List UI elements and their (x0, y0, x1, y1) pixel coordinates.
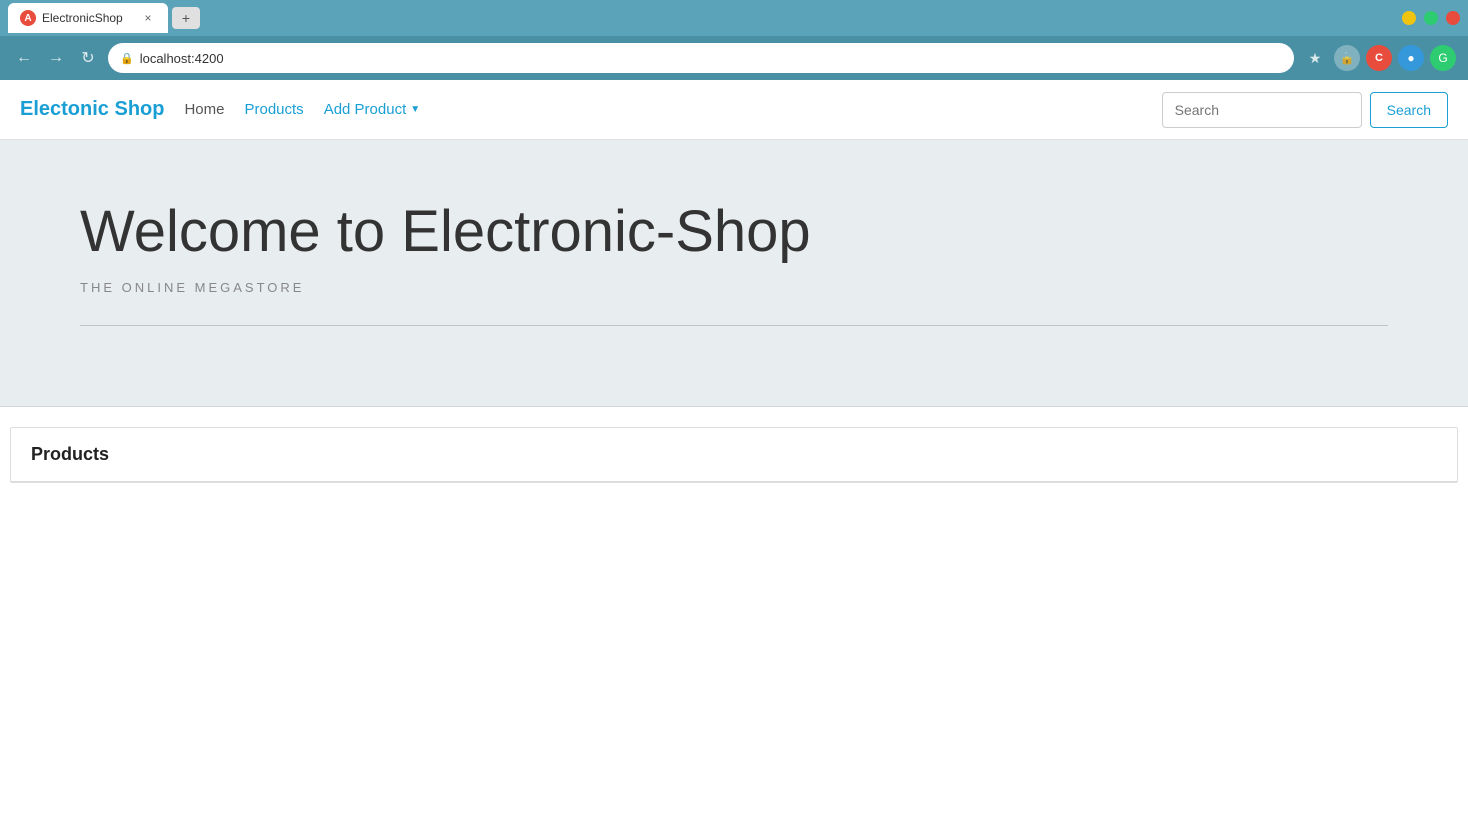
address-bar-url[interactable]: 🔒 localhost:4200 (108, 43, 1294, 73)
search-input[interactable] (1162, 92, 1362, 128)
window-close-button[interactable] (1446, 11, 1460, 25)
nav-products[interactable]: Products (244, 101, 303, 118)
extension-icon-3[interactable]: ● (1398, 45, 1424, 71)
tab-favicon: A (20, 10, 36, 26)
new-tab-button[interactable]: + (172, 7, 200, 29)
navbar-links: Home Products Add Product ▼ (184, 101, 1161, 118)
nav-add-product-label: Add Product (324, 101, 407, 118)
browser-tab-active[interactable]: A ElectronicShop × (8, 3, 168, 33)
browser-tab-bar: A ElectronicShop × + (0, 0, 1468, 36)
products-section: Products (10, 427, 1458, 483)
url-text: localhost:4200 (140, 51, 224, 66)
nav-refresh-button[interactable]: ↻ (76, 46, 100, 70)
bookmark-icon[interactable]: ★ (1302, 45, 1328, 71)
navbar-search: Search (1162, 92, 1448, 128)
main-navbar: Electonic Shop Home Products Add Product… (0, 80, 1468, 140)
dropdown-arrow-icon: ▼ (410, 104, 420, 115)
navbar-brand[interactable]: Electonic Shop (20, 98, 164, 121)
window-maximize-button[interactable] (1424, 11, 1438, 25)
extension-icon-2[interactable]: C (1366, 45, 1392, 71)
extension-icon-4[interactable]: G (1430, 45, 1456, 71)
tab-close-button[interactable]: × (140, 10, 156, 26)
browser-address-bar: ← → ↻ 🔒 localhost:4200 ★ 🔒 C ● G (0, 36, 1468, 80)
browser-chrome: A ElectronicShop × + ← → ↻ 🔒 localhost:4… (0, 0, 1468, 80)
extension-icon-1[interactable]: 🔒 (1334, 45, 1360, 71)
nav-add-product-dropdown[interactable]: Add Product ▼ (324, 101, 420, 118)
address-bar-actions: ★ 🔒 C ● G (1302, 45, 1456, 71)
lock-icon: 🔒 (120, 52, 134, 65)
products-header: Products (11, 428, 1457, 482)
search-button[interactable]: Search (1370, 92, 1448, 128)
nav-forward-button[interactable]: → (44, 46, 68, 70)
hero-section: Welcome to Electronic-Shop THE ONLINE ME… (0, 140, 1468, 407)
hero-divider (80, 325, 1388, 326)
hero-title: Welcome to Electronic-Shop (80, 200, 1388, 264)
nav-home[interactable]: Home (184, 101, 224, 118)
hero-subtitle: THE ONLINE MEGASTORE (80, 280, 1388, 295)
products-title: Products (31, 444, 1437, 465)
tab-title: ElectronicShop (42, 11, 134, 25)
nav-back-button[interactable]: ← (12, 46, 36, 70)
window-controls (1402, 11, 1460, 25)
window-minimize-button[interactable] (1402, 11, 1416, 25)
